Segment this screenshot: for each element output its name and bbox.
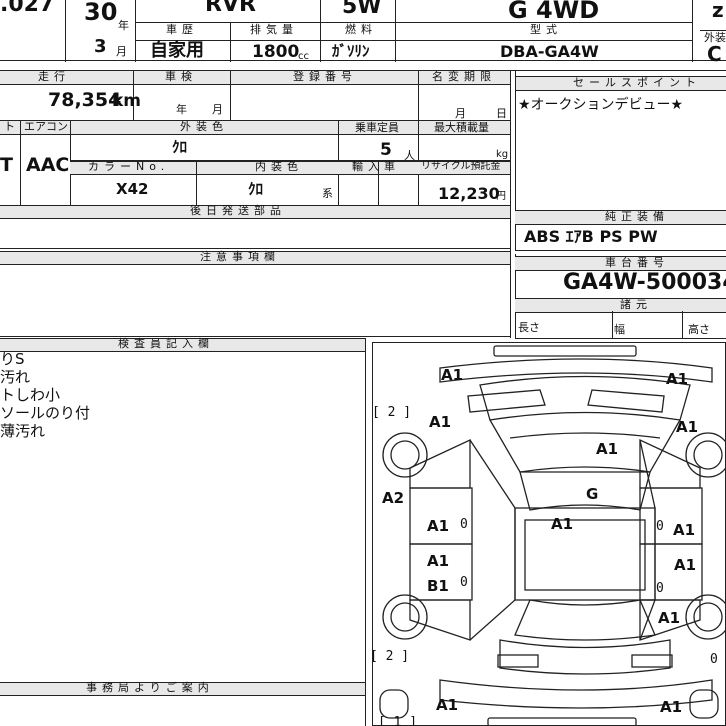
damage-mark-roof: A1	[551, 515, 573, 533]
zero-mark: 0	[710, 652, 718, 667]
damage-mark-front-fender-left: A1	[429, 413, 451, 431]
zero-mark: 0	[656, 519, 664, 534]
zero-mark: 0	[460, 575, 468, 590]
damage-mark-front-door-left-upper: A2	[382, 489, 404, 507]
bracket-rear: [ 2 ]	[370, 649, 409, 664]
damage-mark-front-door-right: A1	[673, 521, 695, 539]
car-damage-diagram: A1 A1 A1 A1 A1 G A1 A2 A1 A1 A1 B1 A1 A1…	[370, 345, 726, 726]
damage-mark-rear-door-left-lower: B1	[427, 577, 449, 595]
zero-mark: 0	[656, 581, 664, 596]
damage-mark-windshield: G	[586, 485, 598, 503]
damage-mark-rear-door-left: A1	[427, 552, 449, 570]
auction-sheet: .027 30 年 3 月 RVR 5W G 4WD z 外装 C 車歴 排気量…	[0, 0, 726, 726]
damage-mark-rear-door-right: A1	[674, 556, 696, 574]
bracket-front: [ 2 ]	[372, 405, 411, 420]
damage-mark-front-bumper-right: A1	[666, 370, 688, 388]
damage-mark-front-bumper-left: A1	[441, 366, 463, 384]
damage-mark-rear-bumper-right: A1	[660, 698, 682, 716]
zero-mark: 0	[460, 517, 468, 532]
damage-mark-rear-bumper-left: A1	[436, 696, 458, 714]
damage-mark-rear-fender-right: A1	[658, 609, 680, 627]
bracket-bottom: [ 1 ]	[378, 715, 417, 726]
damage-mark-front-fender-right: A1	[676, 418, 698, 436]
damage-mark-hood: A1	[596, 440, 618, 458]
damage-mark-front-door-left: A1	[427, 517, 449, 535]
